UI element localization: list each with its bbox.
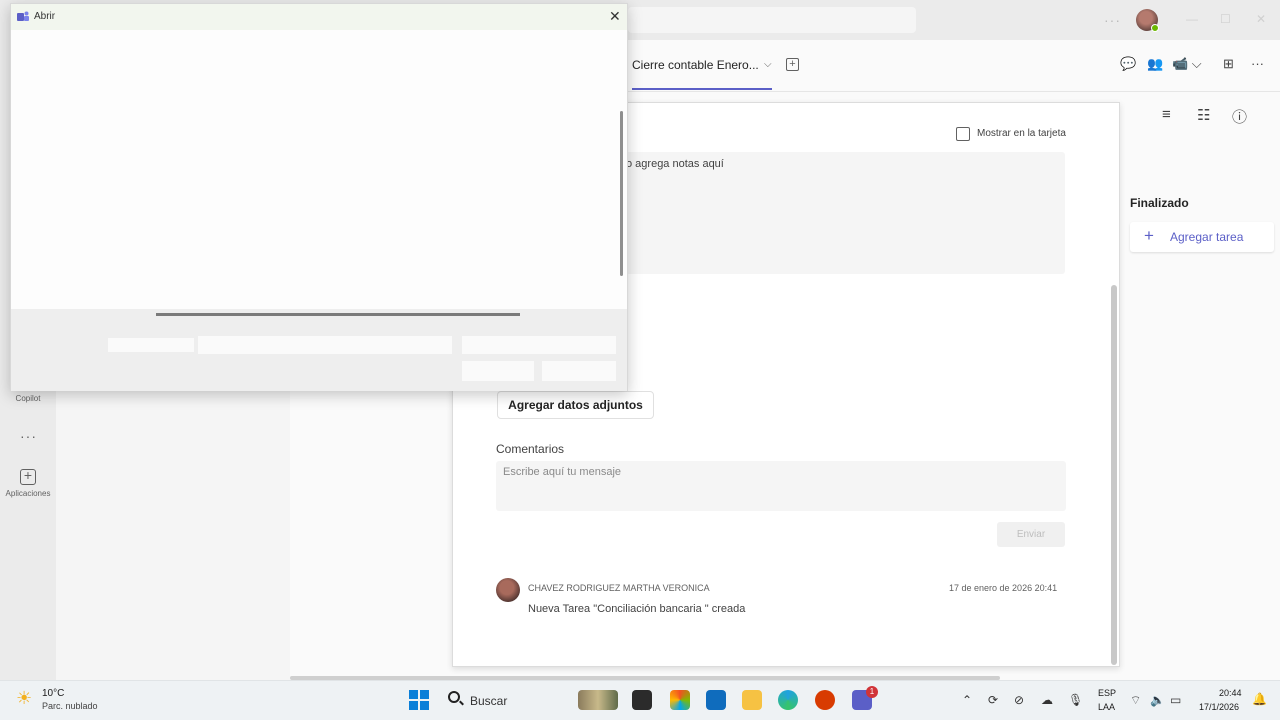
clock-date[interactable]: 17/1/2026	[1199, 702, 1239, 712]
more-options-icon[interactable]: ···	[1104, 12, 1121, 28]
dialog-close-icon[interactable]: ✕	[609, 8, 621, 25]
participants-icon[interactable]: 👥	[1147, 56, 1163, 72]
clock-time[interactable]: 20:44	[1219, 688, 1242, 698]
store-icon[interactable]	[706, 690, 726, 710]
presence-available-icon	[1151, 24, 1159, 32]
filename-input[interactable]	[198, 336, 452, 354]
show-on-card-checkbox[interactable]	[956, 127, 970, 141]
show-hidden-icons-icon[interactable]: ⌃	[962, 693, 972, 707]
maximize-icon[interactable]: ☐	[1220, 12, 1231, 26]
rail-item-apps[interactable]: Aplicaciones	[0, 489, 56, 498]
filter-icon[interactable]: ≡	[1162, 106, 1171, 123]
cancel-button[interactable]	[542, 361, 616, 381]
chevron-down-icon[interactable]: ⌵	[764, 59, 772, 70]
dialog-title-bar: Abrir ✕	[11, 4, 627, 30]
comments-heading: Comentarios	[496, 442, 565, 456]
search-highlight-icon[interactable]	[578, 690, 618, 710]
language-indicator[interactable]: ESP	[1098, 688, 1116, 698]
volume-icon[interactable]: 🔈	[1150, 693, 1165, 707]
add-task-button[interactable]: + Agregar tarea	[1130, 222, 1274, 252]
file-type-select[interactable]	[462, 336, 616, 354]
notes-text: o agrega notas aquí	[626, 158, 724, 170]
filename-label-placeholder	[108, 338, 194, 352]
add-apps-icon[interactable]: +	[20, 468, 36, 485]
cloud-icon[interactable]: ☁	[1041, 693, 1053, 707]
keyboard-layout[interactable]: LAA	[1098, 702, 1115, 712]
activity-user: CHAVEZ RODRIGUEZ MARTHA VERONICA	[528, 583, 710, 593]
teams-search-input[interactable]	[628, 7, 916, 33]
show-on-card-label: Mostrar en la tarjeta	[977, 128, 1066, 139]
plus-icon: +	[1144, 226, 1154, 245]
add-attachment-button[interactable]: Agregar datos adjuntos	[497, 391, 654, 419]
office-icon[interactable]	[815, 690, 835, 710]
bucket-title: Finalizado	[1130, 196, 1189, 210]
search-icon[interactable]	[448, 691, 460, 703]
help-icon[interactable]: ⓘ	[1232, 106, 1247, 127]
file-explorer-icon[interactable]	[742, 690, 762, 710]
add-task-label: Agregar tarea	[1170, 230, 1244, 244]
activity-text: Nueva Tarea "Conciliación bancaria " cre…	[528, 603, 746, 615]
video-call-icon[interactable]: 📹 ⌵	[1172, 56, 1202, 72]
add-tab-icon[interactable]: +	[786, 58, 799, 71]
teams-icon	[17, 11, 29, 21]
taskbar-search-label[interactable]: Buscar	[470, 694, 507, 708]
task-scrollbar[interactable]	[1111, 285, 1117, 665]
minimize-icon[interactable]: —	[1186, 12, 1198, 26]
battery-icon[interactable]: ▭	[1170, 693, 1181, 707]
dialog-footer	[11, 309, 627, 391]
microphone-icon[interactable]: 🎙	[1068, 693, 1083, 707]
network-off-icon[interactable]: ⊘	[1014, 693, 1024, 707]
active-tab-indicator	[632, 88, 772, 90]
edge-icon[interactable]	[778, 690, 798, 710]
more-apps-icon[interactable]: ···	[20, 428, 37, 444]
workspace-icon[interactable]: ⊞	[1223, 56, 1234, 72]
dialog-scrollbar[interactable]	[620, 111, 623, 276]
avatar	[496, 578, 520, 602]
notifications-icon[interactable]: 🔔	[1252, 692, 1267, 706]
notification-badge: 1	[866, 686, 878, 698]
sync-icon[interactable]: ⟳	[988, 693, 998, 707]
send-button[interactable]: Enviar	[997, 522, 1065, 547]
wifi-icon[interactable]: ⌔	[1130, 693, 1141, 708]
start-icon[interactable]	[409, 690, 429, 710]
tab-planner[interactable]: Cierre contable Enero...	[632, 58, 759, 72]
close-window-icon[interactable]: ✕	[1256, 12, 1266, 26]
loading-progress-bar	[156, 313, 520, 316]
weather-description: Parc. nublado	[42, 701, 98, 711]
chat-icon[interactable]: 💬	[1120, 56, 1136, 72]
profile-avatar[interactable]	[1136, 9, 1159, 32]
task-view-icon[interactable]	[632, 690, 652, 710]
group-by-icon[interactable]: ☷	[1197, 106, 1210, 124]
rail-item-copilot[interactable]: Copilot	[0, 394, 56, 403]
weather-icon[interactable]: ☀	[16, 688, 32, 709]
open-file-dialog: Abrir ✕	[10, 3, 628, 391]
comment-placeholder: Escribe aquí tu mensaje	[503, 466, 622, 478]
activity-date: 17 de enero de 2026 20:41	[949, 583, 1058, 593]
weather-temperature: 10°C	[42, 688, 65, 699]
channel-more-icon[interactable]: ···	[1251, 56, 1264, 71]
open-button[interactable]	[462, 361, 534, 381]
copilot-icon[interactable]	[670, 690, 690, 710]
dialog-title: Abrir	[34, 11, 56, 22]
